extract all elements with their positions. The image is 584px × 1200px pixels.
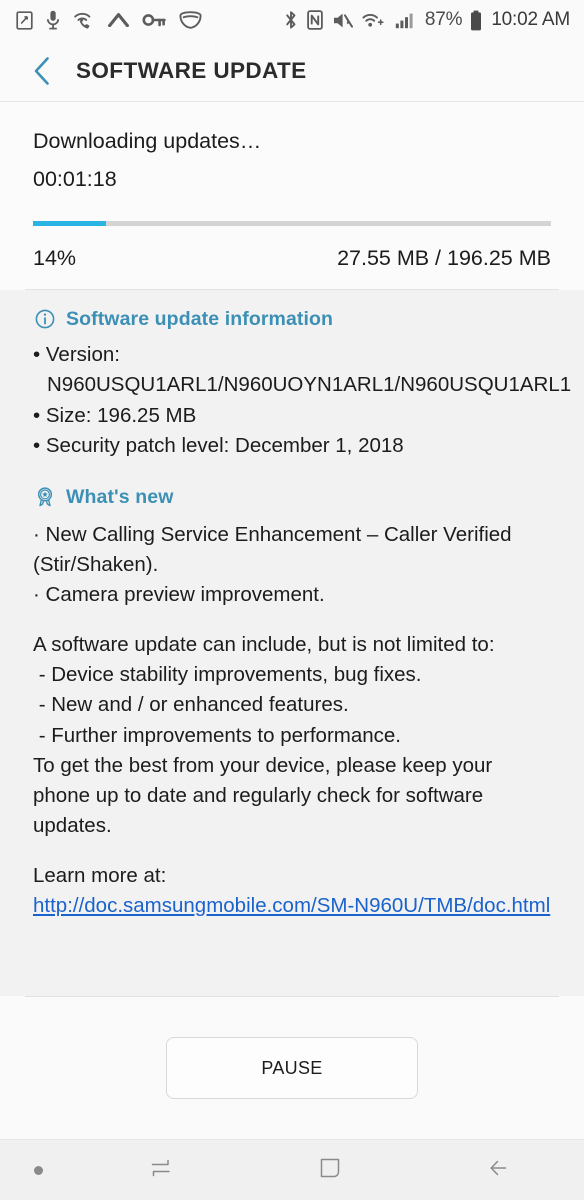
update-details-area: Software update information • Version: N… [0, 290, 584, 996]
download-progress-bar [33, 220, 551, 226]
download-progress-fill [33, 220, 106, 226]
notification-dot-cell [0, 1140, 76, 1200]
download-elapsed-time: 00:01:18 [33, 166, 117, 191]
software-update-information-title: Software update information [66, 307, 334, 330]
vpn-key-icon [142, 13, 166, 27]
status-bar-right-icons: 87% 10:02 AM [275, 9, 570, 31]
bluetooth-icon [284, 10, 298, 30]
download-status-text: Downloading updates… [33, 129, 262, 153]
app-header: SOFTWARE UPDATE [0, 40, 584, 102]
whats-new-title: What's new [66, 485, 174, 508]
android-navigation-bar [0, 1139, 584, 1200]
sound-mute-icon [332, 11, 353, 30]
wifi-calling-icon [73, 11, 95, 30]
nfc-icon [307, 10, 323, 30]
cellular-signal-icon [395, 11, 415, 30]
home-icon [317, 1155, 343, 1186]
download-percent-label: 14% [33, 245, 77, 270]
info-circle-icon [33, 307, 57, 331]
whats-new-highlights: · New Calling Service Enhancement – Call… [33, 523, 512, 607]
action-button-area: PAUSE [0, 997, 584, 1139]
update-info-item-security-patch: • Security patch level: December 1, 2018 [33, 433, 404, 457]
battery-percent-label: 87% [424, 9, 463, 30]
download-progress-meta: 14% 27.55 MB / 196.25 MB [33, 246, 551, 271]
pause-button[interactable]: PAUSE [166, 1037, 418, 1099]
award-badge-icon [33, 485, 57, 509]
nav-back-button[interactable] [415, 1140, 584, 1200]
nav-back-icon [486, 1155, 512, 1186]
battery-full-icon [470, 10, 482, 31]
wifi-icon [362, 11, 386, 30]
update-info-list: • Version: N960USQU1ARL1/N960UOYN1ARL1/N… [33, 340, 572, 461]
nav-recents-button[interactable] [76, 1140, 245, 1200]
text-spacer [33, 610, 551, 630]
status-bar-clock: 10:02 AM [491, 9, 570, 30]
download-bytes-label: 27.55 MB / 196.25 MB [337, 245, 551, 270]
learn-more-label: Learn more at: [33, 863, 167, 887]
back-chevron-icon[interactable] [22, 51, 62, 91]
caret-up-icon [108, 13, 129, 27]
microphone-recording-icon [46, 10, 60, 30]
status-bar: 87% 10:02 AM [0, 0, 584, 40]
nav-home-button[interactable] [245, 1140, 414, 1200]
text-spacer-2 [33, 841, 551, 861]
status-bar-left-icons [16, 10, 215, 30]
software-update-information-header: Software update information [33, 307, 551, 331]
update-info-item-version: • Version: N960USQU1ARL1/N960UOYN1ARL1/N… [33, 343, 572, 397]
download-progress-section: Downloading updates… 00:01:18 14% 27.55 … [0, 102, 584, 289]
update-info-item-size: • Size: 196.25 MB [33, 403, 197, 427]
notification-dot-icon [33, 1165, 43, 1175]
secure-shield-icon [179, 11, 202, 29]
whats-new-description: A software update can include, but is no… [33, 633, 495, 837]
page-title: SOFTWARE UPDATE [76, 57, 307, 83]
software-update-screen: 87% 10:02 AM SOFTWARE UPDATE Downloading… [0, 0, 584, 1200]
learn-more-link[interactable]: http://doc.samsungmobile.com/SM-N960U/TM… [33, 891, 551, 921]
whats-new-header: What's new [33, 485, 551, 509]
recents-icon [148, 1155, 174, 1186]
screenshot-capture-icon [16, 10, 33, 30]
